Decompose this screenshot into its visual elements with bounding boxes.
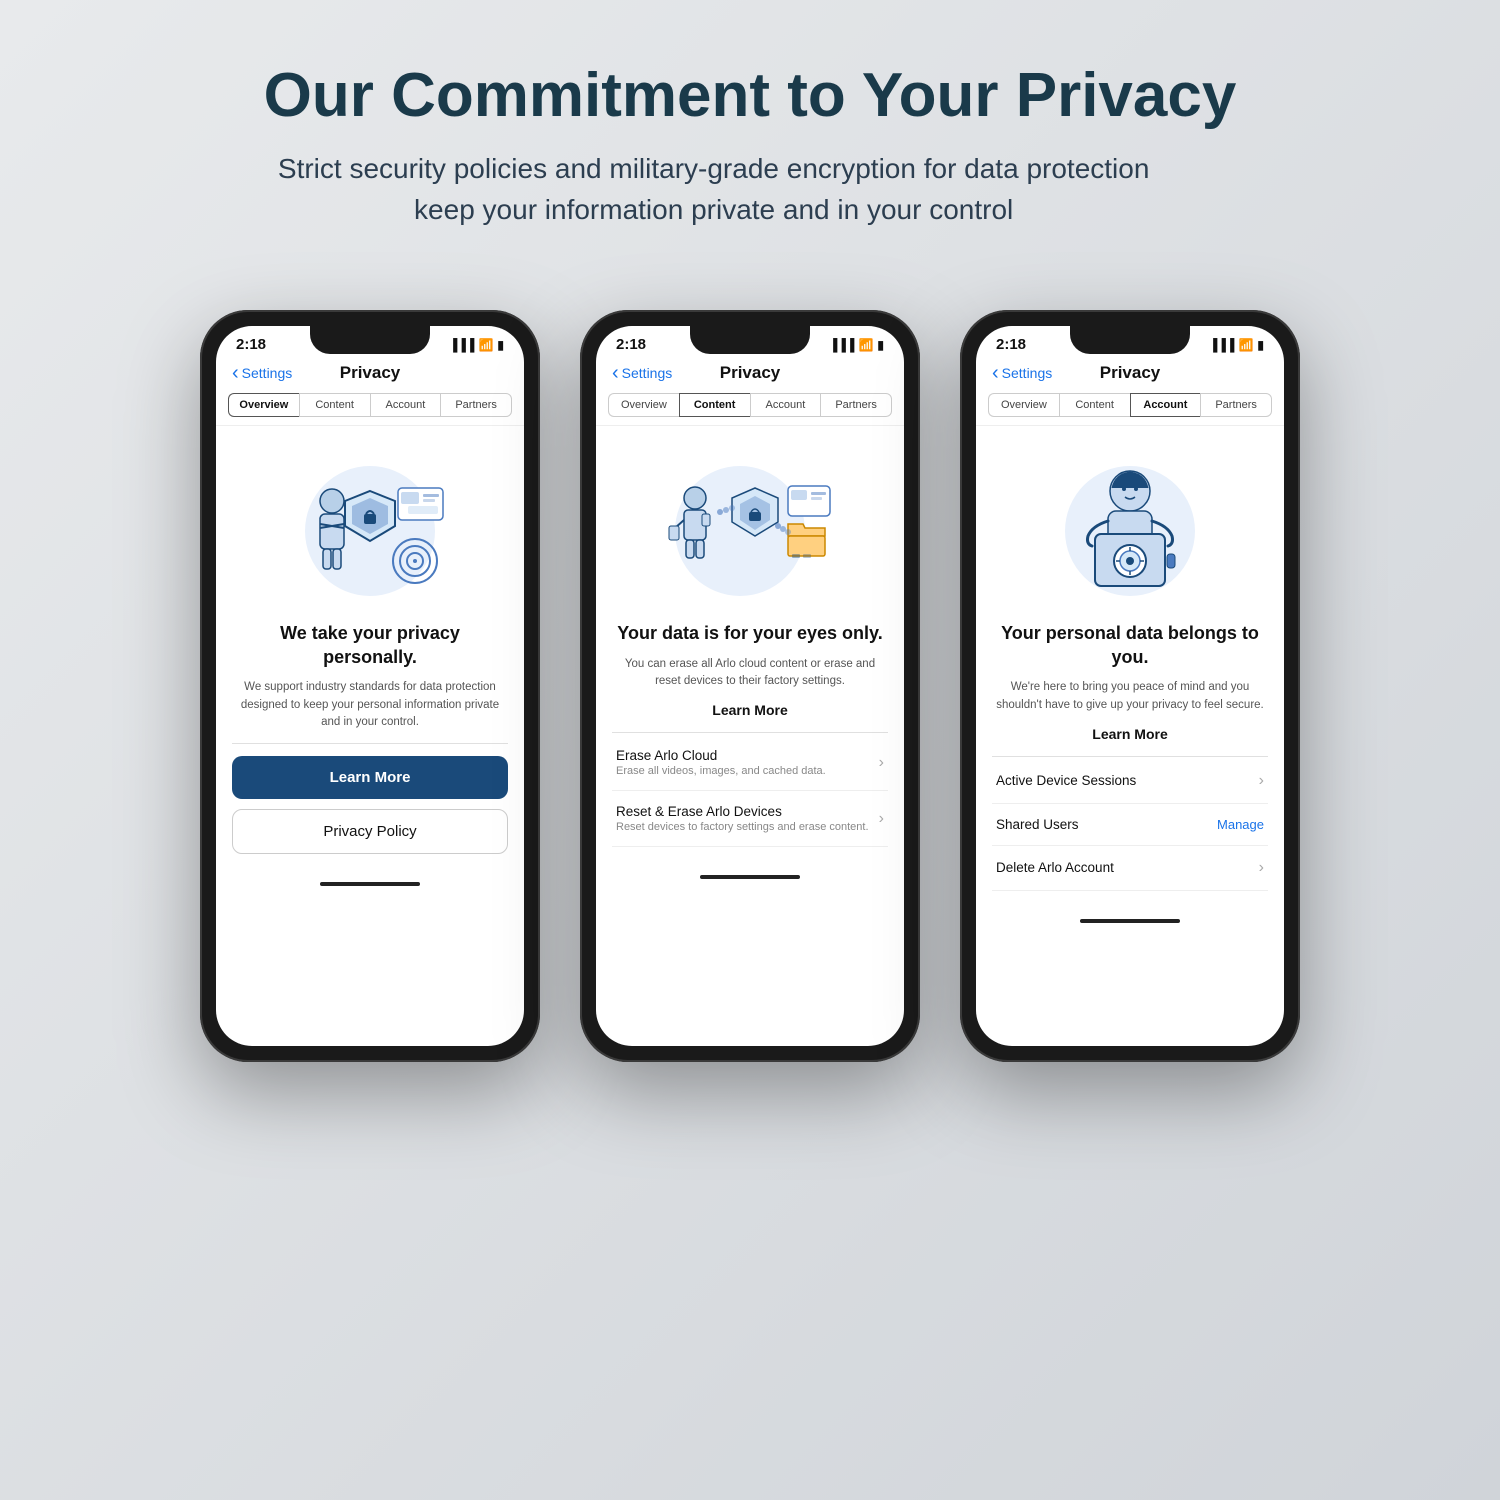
tab-overview-2[interactable]: Overview [608,393,679,417]
nav-title-1: Privacy [340,363,401,383]
phone-3-subtext: We're here to bring you peace of mind an… [992,679,1268,714]
tabs-1: Overview Content Account Partners [216,389,524,426]
notch-2 [690,326,810,354]
chevron-icon-reset-devices: › [879,810,884,828]
tab-content-1[interactable]: Content [299,393,370,417]
back-button-1[interactable]: Settings [232,363,292,383]
nav-title-3: Privacy [1100,363,1161,383]
battery-icon: ▮ [497,338,504,352]
status-icons-2: ▐▐▐ 📶 ▮ [829,338,884,352]
home-indicator-1 [216,870,524,892]
signal-icon-2: ▐▐▐ [829,338,855,352]
phones-container: 2:18 ▐▐▐ 📶 ▮ Settings Privacy Overview C… [200,310,1300,1062]
status-time-3: 2:18 [996,336,1026,353]
phone-2: 2:18 ▐▐▐ 📶 ▮ Settings Privacy Overview C… [580,310,920,1062]
chevron-icon-erase-cloud: › [879,754,884,772]
screen-content-3: Your personal data belongs to you. We're… [976,426,1284,906]
phone-3-screen: 2:18 ▐▐▐ 📶 ▮ Settings Privacy Overview C… [976,326,1284,1046]
learn-more-button-1[interactable]: Learn More [232,756,508,799]
delete-account-title: Delete Arlo Account [996,860,1114,875]
notch-1 [310,326,430,354]
divider-3a [992,756,1268,757]
wifi-icon-2: 📶 [858,338,873,352]
tab-partners-1[interactable]: Partners [440,393,512,417]
tabs-3: Overview Content Account Partners [976,389,1284,426]
wifi-icon-3: 📶 [1238,338,1253,352]
chevron-icon-delete-account: › [1259,859,1264,877]
illustration-2 [612,446,888,606]
reset-devices-subtitle: Reset devices to factory settings and er… [616,821,869,833]
list-item-active-sessions[interactable]: Active Device Sessions › [992,759,1268,804]
phone-2-subtext: You can erase all Arlo cloud content or … [612,656,888,691]
phone-1-subtext: We support industry standards for data p… [232,679,508,731]
phone-2-screen: 2:18 ▐▐▐ 📶 ▮ Settings Privacy Overview C… [596,326,904,1046]
shared-users-title: Shared Users [996,817,1079,832]
illustration-1 [232,446,508,606]
phone-3: 2:18 ▐▐▐ 📶 ▮ Settings Privacy Overview C… [960,310,1300,1062]
nav-bar-1: Settings Privacy [216,357,524,389]
reset-devices-title: Reset & Erase Arlo Devices [616,804,869,819]
divider-2a [612,732,888,733]
battery-icon-2: ▮ [877,338,884,352]
nav-bar-3: Settings Privacy [976,357,1284,389]
tab-partners-3[interactable]: Partners [1200,393,1272,417]
erase-cloud-subtitle: Erase all videos, images, and cached dat… [616,765,826,777]
list-item-erase-cloud[interactable]: Erase Arlo Cloud Erase all videos, image… [612,735,888,791]
phone-1: 2:18 ▐▐▐ 📶 ▮ Settings Privacy Overview C… [200,310,540,1062]
privacy-policy-button-1[interactable]: Privacy Policy [232,809,508,854]
learn-more-link-2[interactable]: Learn More [612,702,888,718]
home-indicator-2 [596,863,904,885]
home-indicator-3 [976,907,1284,929]
tab-account-2[interactable]: Account [750,393,821,417]
list-item-shared-users[interactable]: Shared Users Manage [992,804,1268,846]
screen-content-2: Your data is for your eyes only. You can… [596,426,904,863]
phone-1-screen: 2:18 ▐▐▐ 📶 ▮ Settings Privacy Overview C… [216,326,524,1046]
tab-overview-3[interactable]: Overview [988,393,1059,417]
phone-2-heading: Your data is for your eyes only. [612,622,888,645]
chevron-icon-sessions: › [1259,772,1264,790]
tab-content-2[interactable]: Content [679,393,750,417]
status-icons-3: ▐▐▐ 📶 ▮ [1209,338,1264,352]
learn-more-link-3[interactable]: Learn More [992,726,1268,742]
list-item-reset-devices[interactable]: Reset & Erase Arlo Devices Reset devices… [612,791,888,847]
phone-1-heading: We take your privacy personally. [232,622,508,669]
screen-content-1: We take your privacy personally. We supp… [216,426,524,870]
nav-title-2: Privacy [720,363,781,383]
page-title: Our Commitment to Your Privacy [264,60,1237,131]
status-time-2: 2:18 [616,336,646,353]
tab-account-3[interactable]: Account [1130,393,1201,417]
back-button-3[interactable]: Settings [992,363,1052,383]
battery-icon-3: ▮ [1257,338,1264,352]
active-sessions-title: Active Device Sessions [996,773,1136,788]
signal-icon-3: ▐▐▐ [1209,338,1235,352]
wifi-icon: 📶 [478,338,493,352]
tabs-2: Overview Content Account Partners [596,389,904,426]
tab-account-1[interactable]: Account [370,393,441,417]
tab-overview-1[interactable]: Overview [228,393,299,417]
tab-partners-2[interactable]: Partners [820,393,892,417]
signal-icon: ▐▐▐ [449,338,475,352]
status-icons-1: ▐▐▐ 📶 ▮ [449,338,504,352]
manage-link-shared-users[interactable]: Manage [1217,817,1264,832]
back-button-2[interactable]: Settings [612,363,672,383]
page-header: Our Commitment to Your Privacy Strict se… [264,60,1237,230]
list-item-delete-account[interactable]: Delete Arlo Account › [992,846,1268,891]
page-subtitle: Strict security policies and military-gr… [264,149,1164,230]
erase-cloud-title: Erase Arlo Cloud [616,748,826,763]
divider-1 [232,743,508,744]
illustration-3 [992,446,1268,606]
status-time-1: 2:18 [236,336,266,353]
tab-content-3[interactable]: Content [1059,393,1130,417]
notch-3 [1070,326,1190,354]
nav-bar-2: Settings Privacy [596,357,904,389]
phone-3-heading: Your personal data belongs to you. [992,622,1268,669]
